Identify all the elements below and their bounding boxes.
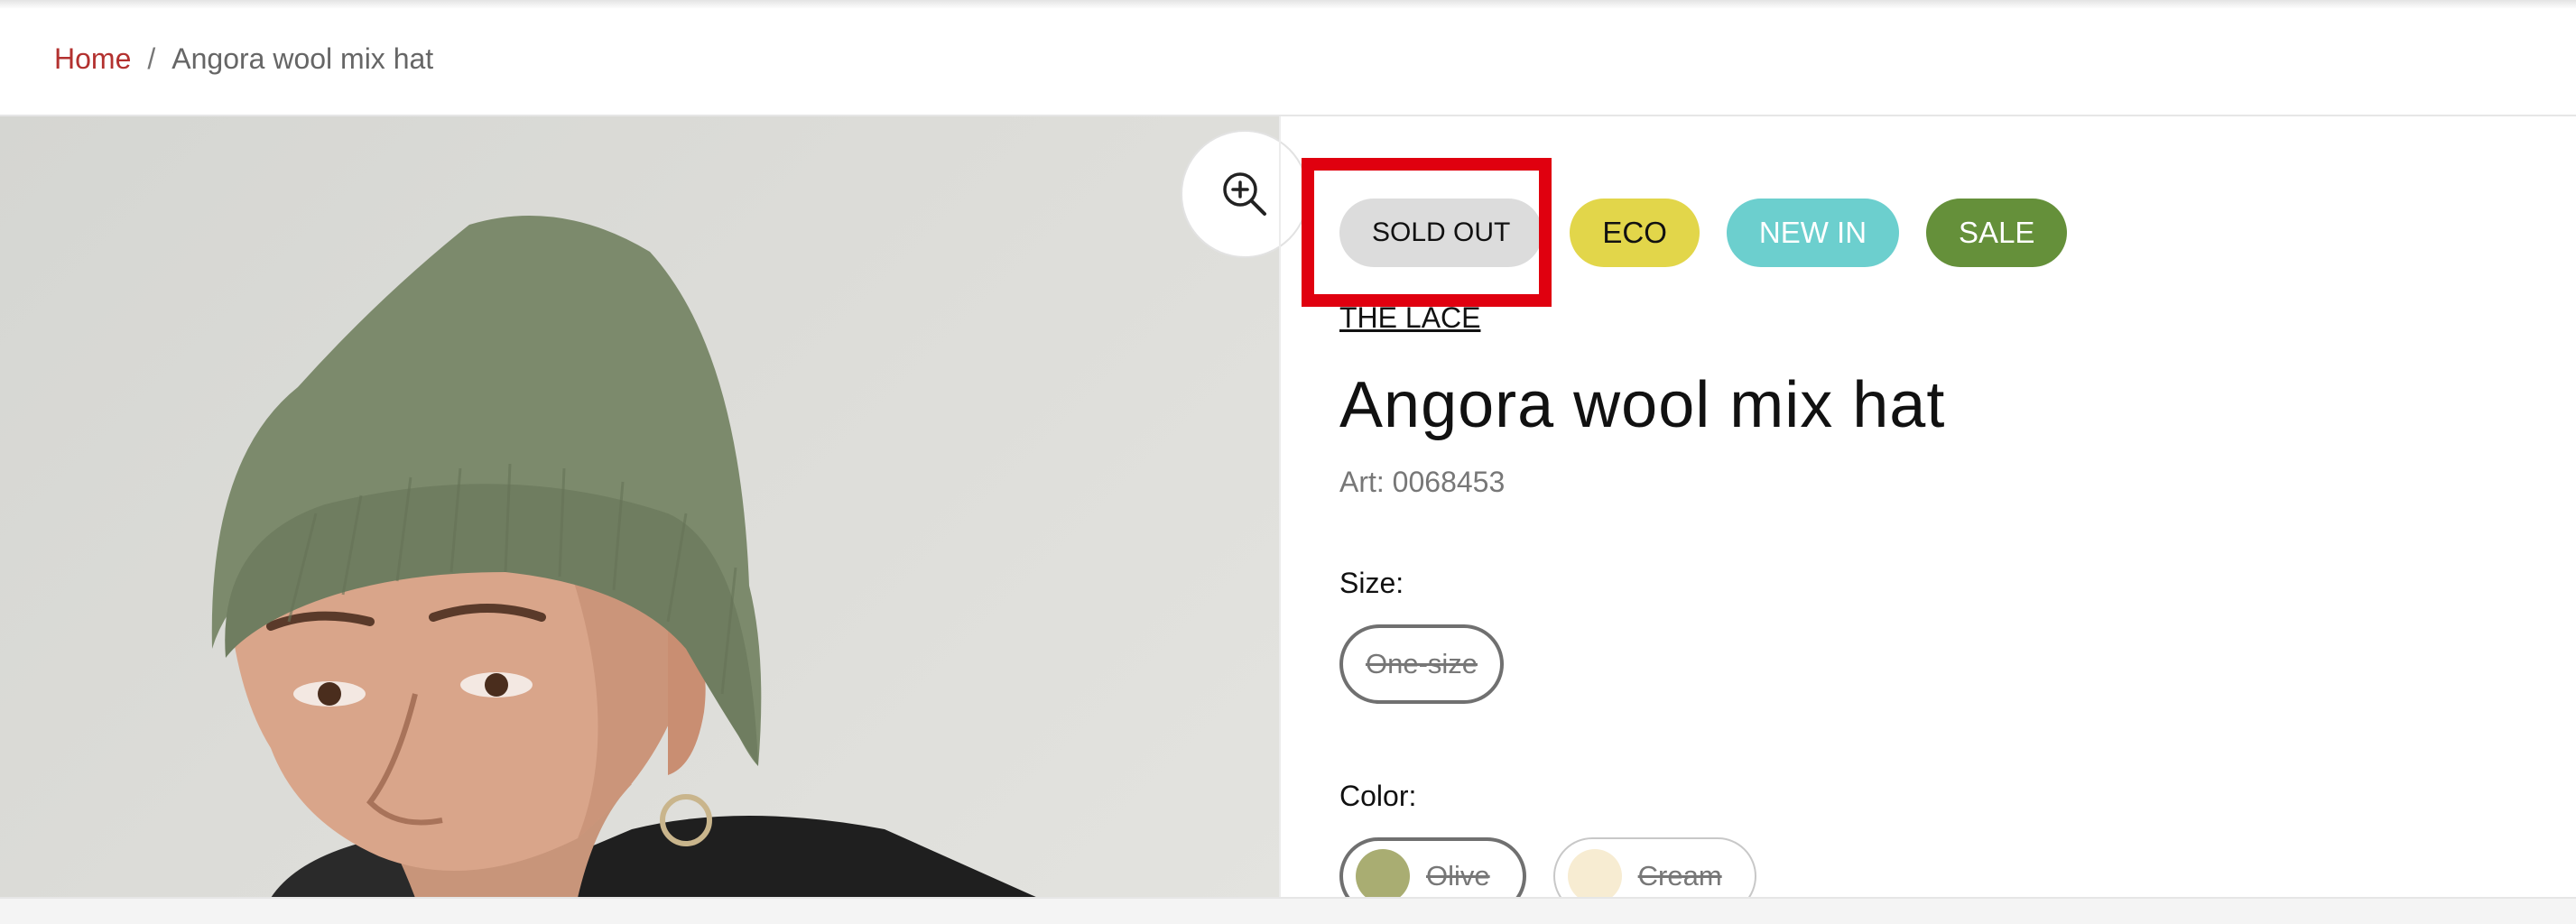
product-image[interactable] (0, 116, 1279, 898)
header-shadow (0, 0, 2576, 9)
zoom-button[interactable] (1181, 130, 1309, 258)
badge-sale: SALE (1926, 199, 2068, 267)
color-option-label: Olive (1426, 860, 1490, 892)
bottom-bar (0, 897, 2576, 924)
badge-sold-out: SOLD OUT (1339, 199, 1543, 267)
product-badges: SOLD OUT ECO NEW IN SALE (1339, 199, 2068, 267)
badge-new-in: NEW IN (1726, 199, 1900, 267)
breadcrumb-home-link[interactable]: Home (54, 42, 131, 76)
column-divider (1279, 116, 1281, 901)
size-option-one-size[interactable]: One-size (1339, 624, 1504, 704)
size-label: Size: (1339, 567, 1404, 599)
badge-eco: ECO (1570, 199, 1700, 267)
breadcrumb-current: Angora wool mix hat (171, 42, 434, 75)
article-number: Art: 0068453 (1339, 466, 1506, 498)
product-title: Angora wool mix hat (1339, 369, 1946, 441)
breadcrumb: Home / Angora wool mix hat (54, 36, 433, 81)
olive-swatch (1356, 849, 1410, 903)
brand-link[interactable]: THE LACE (1339, 301, 1480, 335)
breadcrumb-separator: / (147, 42, 156, 75)
product-photo-illustration (211, 216, 1038, 898)
color-label: Color: (1339, 780, 1417, 812)
zoom-in-icon (1223, 172, 1266, 216)
cream-swatch (1567, 849, 1622, 903)
color-option-label: Cream (1637, 860, 1722, 892)
